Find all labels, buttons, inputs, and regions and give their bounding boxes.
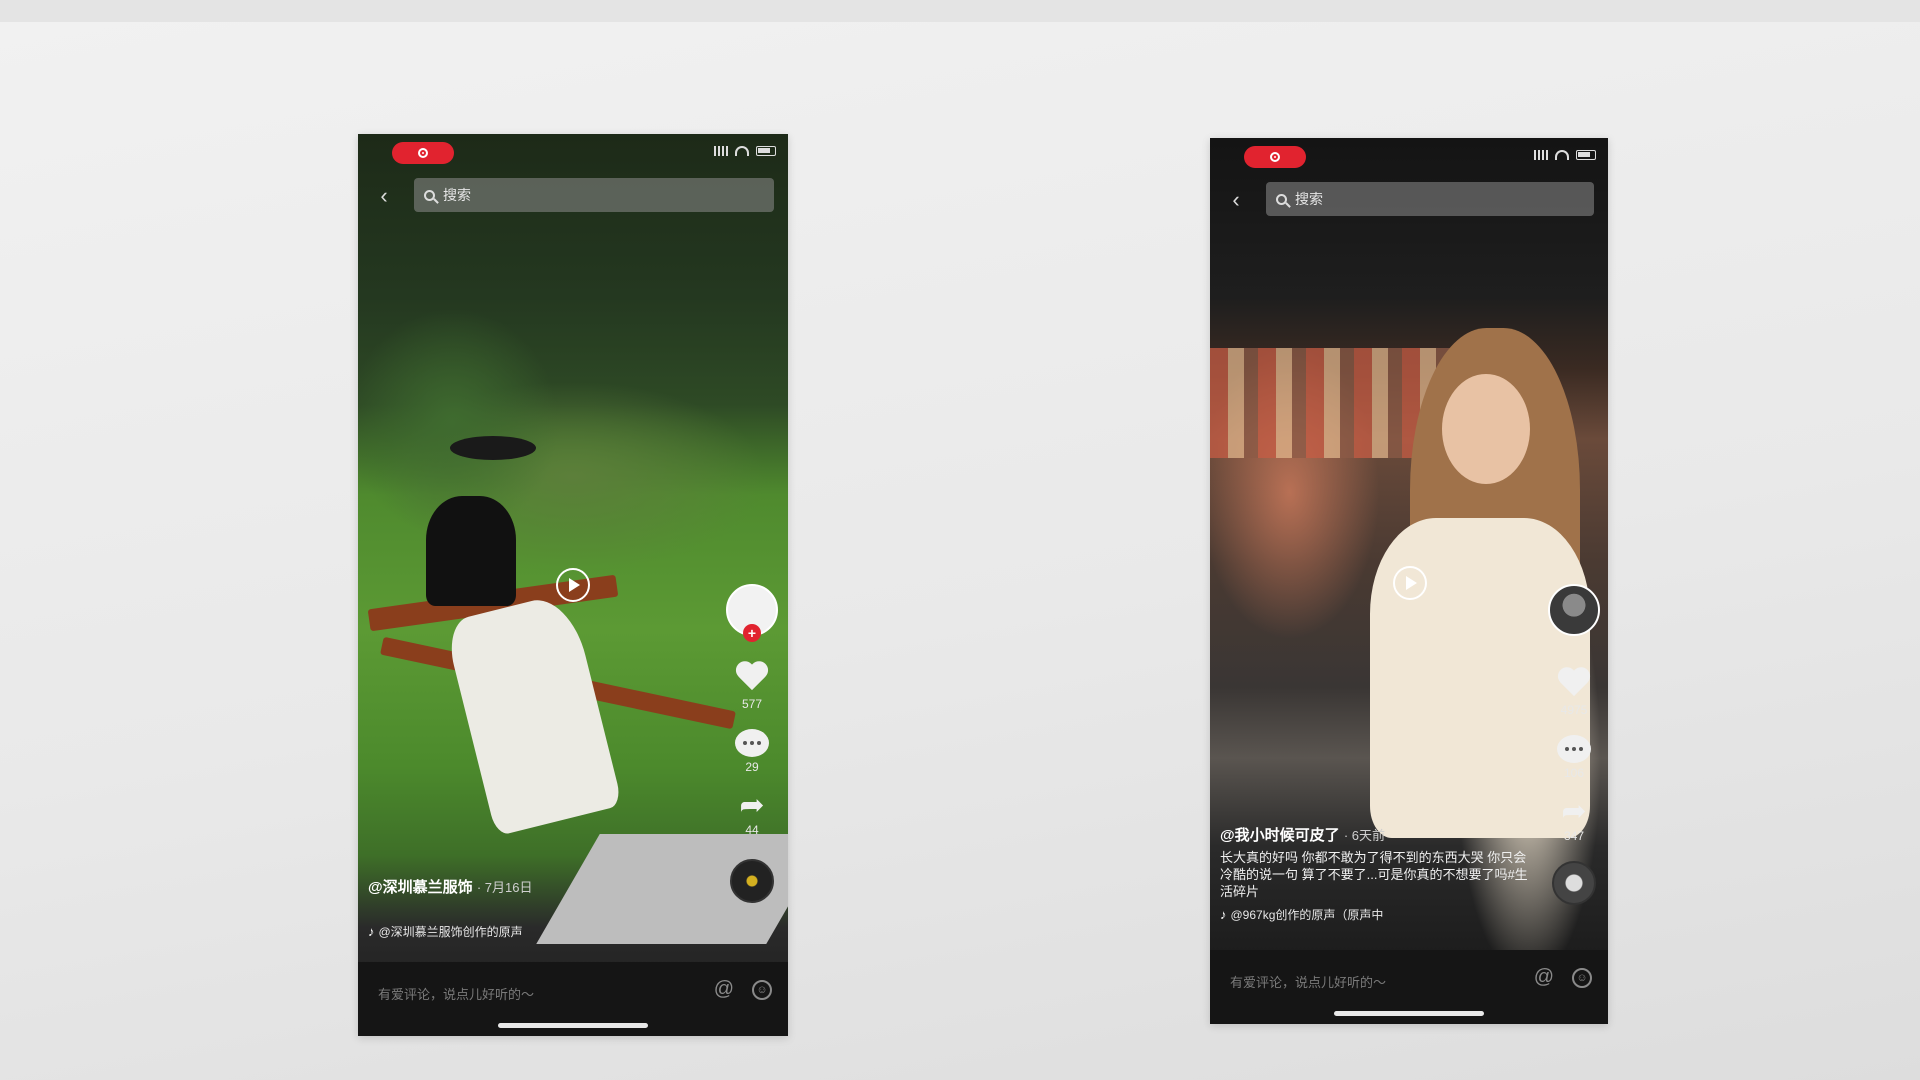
signal-icon	[714, 146, 728, 156]
action-rail: + 577 29 ➦ 44	[724, 584, 780, 903]
phone-screen-left: ‹ 搜索 + 577 29 ➦ 44 @深圳慕兰服饰 · 7月16日 ♪ @深圳…	[358, 134, 788, 1036]
heart-icon	[734, 662, 770, 694]
share-count: 44	[745, 823, 759, 837]
screen-record-indicator[interactable]	[1244, 146, 1306, 168]
comment-count: 106	[1563, 766, 1585, 780]
phone-screen-right: ‹ 搜索 4975 106 ➦ 347 @我小时候可皮了 · 6天前 长大真的好…	[1210, 138, 1608, 1024]
hat	[450, 436, 536, 460]
action-rail: 4975 106 ➦ 347	[1546, 584, 1602, 905]
person-face	[1442, 374, 1530, 484]
emoji-icon[interactable]: ☺	[752, 980, 772, 1000]
search-icon	[424, 189, 435, 201]
home-indicator[interactable]	[1334, 1011, 1484, 1016]
share-arrow-icon: ➦	[1561, 795, 1587, 828]
heart-icon	[1556, 668, 1592, 700]
comment-input[interactable]: 有爱评论，说点儿好听的～	[378, 984, 534, 1003]
share-button[interactable]: ➦ 44	[735, 789, 769, 838]
person-top	[426, 496, 516, 606]
signal-icon	[1534, 150, 1548, 160]
monitor-display	[0, 22, 1920, 1080]
wifi-icon	[735, 146, 749, 156]
share-arrow-icon: ➦	[739, 789, 765, 822]
record-icon	[1270, 152, 1280, 162]
at-icon[interactable]: @	[1534, 966, 1554, 989]
music-line[interactable]: ♪ @967kg创作的原声（原声中	[1220, 906, 1538, 923]
comment-count: 29	[745, 760, 759, 774]
author-name[interactable]: @深圳慕兰服饰	[368, 879, 473, 896]
video-caption: @我小时候可皮了 · 6天前 长大真的好吗 你都不敢为了得不到的东西大哭 你只会…	[1220, 824, 1538, 923]
share-count: 347	[1563, 829, 1585, 843]
post-time: · 7月16日	[476, 880, 533, 895]
video-caption: @深圳慕兰服饰 · 7月16日 ♪ @深圳慕兰服饰创作的原声	[368, 876, 718, 940]
top-bar: ‹ 搜索	[358, 178, 788, 214]
music-note-icon: ♪	[1220, 907, 1227, 922]
search-placeholder: 搜索	[443, 187, 471, 203]
search-placeholder: 搜索	[1295, 191, 1323, 207]
video-description[interactable]: 长大真的好吗 你都不敢为了得不到的东西大哭 你只会冷酷的说一句 算了不要了...…	[1220, 849, 1538, 900]
search-input[interactable]: 搜索	[414, 178, 774, 212]
play-button[interactable]	[556, 568, 590, 602]
follow-button[interactable]: +	[743, 624, 761, 642]
record-icon	[418, 148, 428, 158]
screen-top-strip	[0, 0, 1920, 22]
person-pants	[443, 591, 623, 837]
at-icon[interactable]: @	[714, 978, 734, 1001]
search-icon	[1276, 193, 1287, 205]
back-button[interactable]: ‹	[372, 184, 396, 208]
chevron-left-icon: ‹	[1232, 187, 1240, 212]
author-avatar[interactable]: +	[726, 584, 778, 642]
music-title: @967kg创作的原声（原声中	[1230, 908, 1384, 922]
music-line[interactable]: ♪ @深圳慕兰服饰创作的原声	[368, 923, 718, 940]
music-disc-icon	[1552, 861, 1596, 905]
music-disc-button[interactable]	[730, 859, 774, 903]
music-disc-icon	[730, 859, 774, 903]
status-bar	[358, 134, 788, 164]
comment-button[interactable]: 29	[735, 729, 769, 774]
battery-icon	[1576, 150, 1596, 160]
top-bar: ‹ 搜索	[1210, 182, 1608, 218]
author-name[interactable]: @我小时候可皮了	[1220, 827, 1340, 844]
wifi-icon	[1555, 150, 1569, 160]
emoji-icon[interactable]: ☺	[1572, 968, 1592, 988]
search-input[interactable]: 搜索	[1266, 182, 1594, 216]
chevron-left-icon: ‹	[380, 183, 388, 208]
post-time: · 6天前	[1343, 828, 1385, 843]
like-count: 577	[741, 697, 763, 711]
comment-icon	[1557, 735, 1591, 763]
music-disc-button[interactable]	[1552, 861, 1596, 905]
home-indicator[interactable]	[498, 1023, 648, 1028]
comment-bar: 有爱评论，说点儿好听的～ @ ☺	[1210, 950, 1608, 1024]
like-button[interactable]: 4975	[1556, 668, 1592, 717]
status-bar	[1210, 138, 1608, 168]
music-title: @深圳慕兰服饰创作的原声	[378, 925, 523, 939]
like-count: 4975	[1560, 703, 1588, 717]
like-button[interactable]: 577	[734, 662, 770, 711]
comment-button[interactable]: 106	[1557, 735, 1591, 780]
author-avatar[interactable]	[1548, 584, 1600, 636]
back-button[interactable]: ‹	[1224, 188, 1248, 212]
battery-icon	[756, 146, 776, 156]
screen-record-indicator[interactable]	[392, 142, 454, 164]
play-button[interactable]	[1393, 566, 1427, 600]
comment-bar: 有爱评论，说点儿好听的～ @ ☺	[358, 962, 788, 1036]
music-note-icon: ♪	[368, 924, 375, 939]
comment-icon	[735, 729, 769, 757]
share-button[interactable]: ➦ 347	[1557, 795, 1591, 844]
comment-input[interactable]: 有爱评论，说点儿好听的～	[1230, 972, 1386, 991]
